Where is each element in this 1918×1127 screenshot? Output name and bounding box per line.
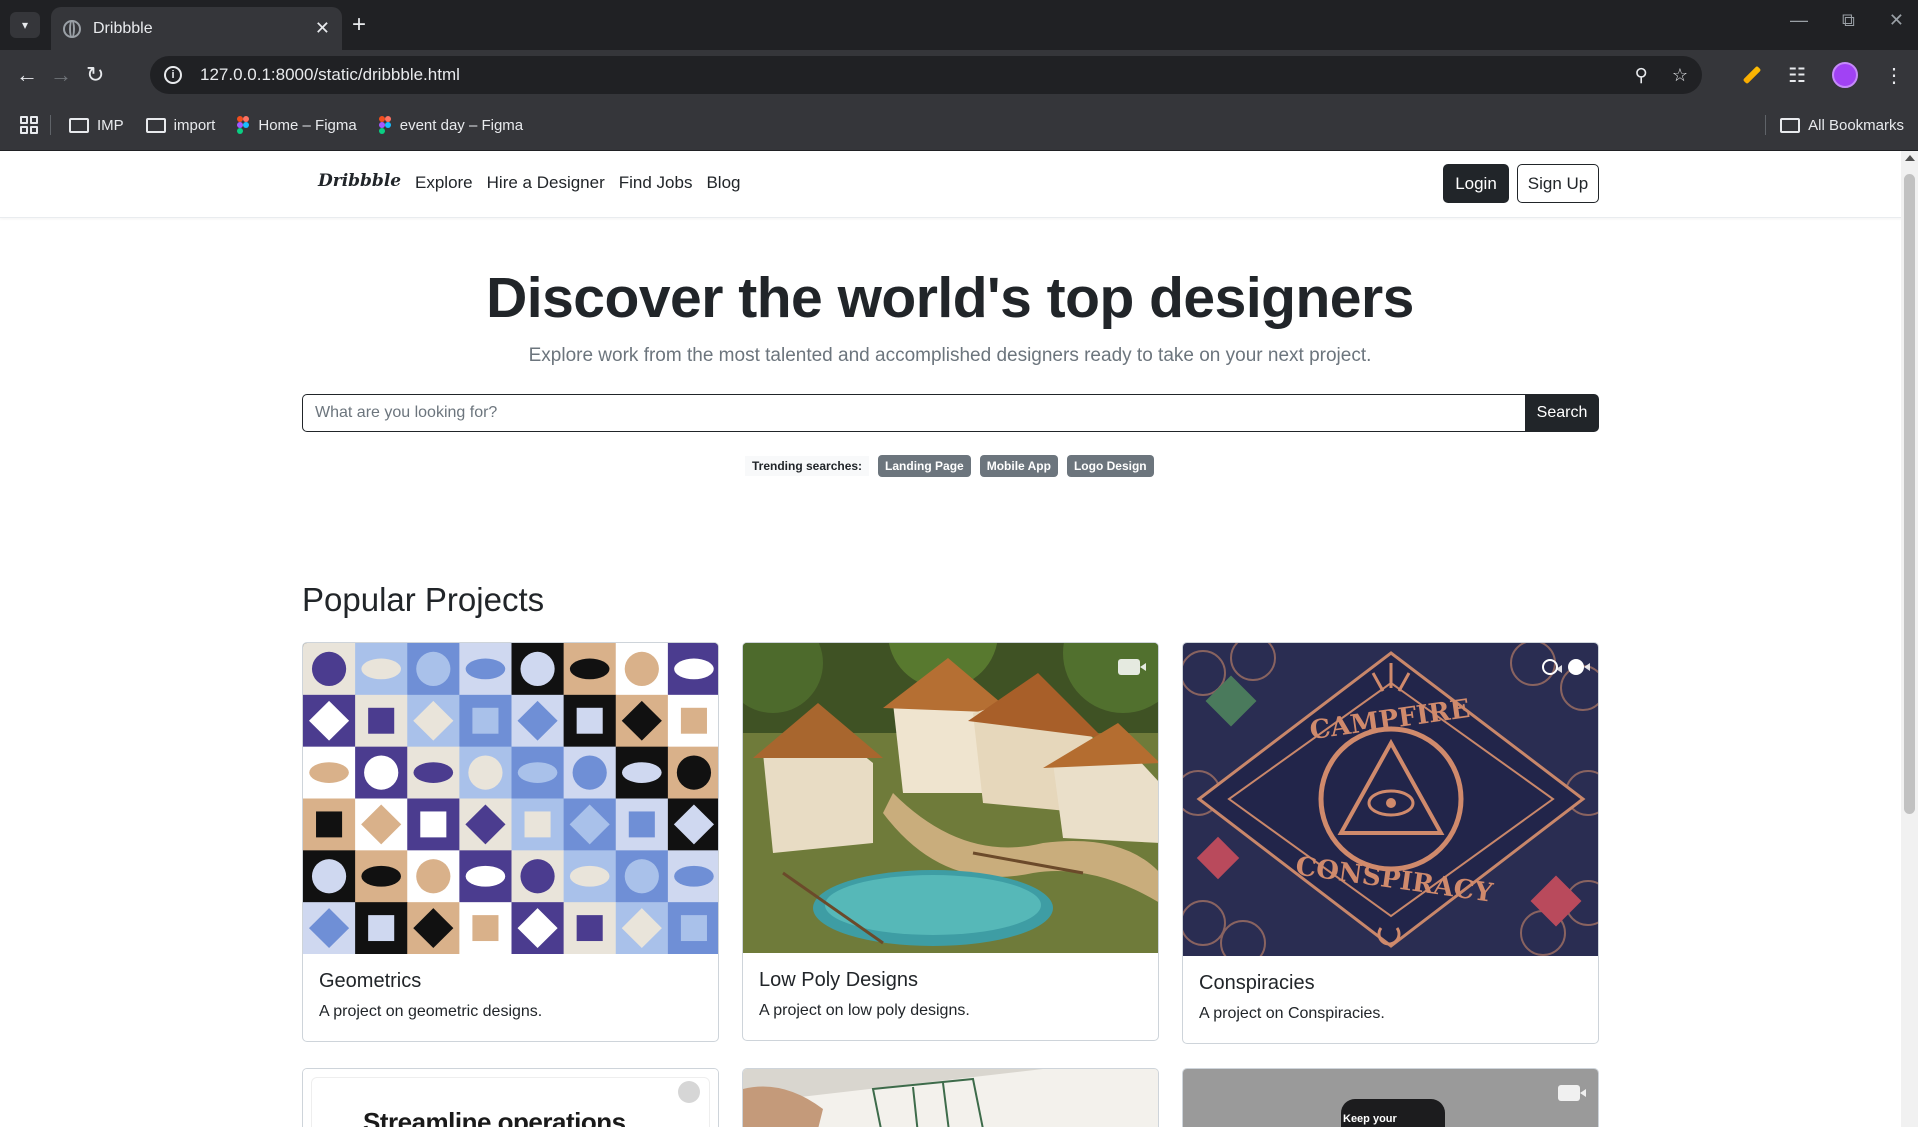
reload-icon[interactable]: ↻	[86, 63, 104, 87]
card-title: Geometrics	[319, 970, 422, 992]
back-icon[interactable]: ←	[16, 63, 38, 87]
hero-title: Discover the world's top designers	[486, 266, 1414, 330]
extensions-icon[interactable]: ☷	[1788, 63, 1806, 88]
bookmark-imp[interactable]: IMP	[69, 117, 124, 134]
minimize-icon[interactable]: —	[1790, 10, 1808, 31]
address-bar[interactable]: i 127.0.0.1:8000/static/dribbble.html ⚲ …	[150, 56, 1702, 94]
search-button[interactable]: Search	[1525, 394, 1599, 432]
folder-icon	[69, 117, 89, 133]
card-title: Low Poly Designs	[759, 969, 918, 991]
trending-label: Trending searches:	[745, 456, 870, 476]
bookmarks-bar: IMP import Home – Figma event day – Figm…	[0, 100, 1918, 151]
nav-hire-designer[interactable]: Hire a Designer	[487, 173, 605, 193]
site-info-icon[interactable]: i	[164, 66, 182, 84]
browser-tab[interactable]: Dribbble ✕	[51, 7, 342, 50]
signup-button[interactable]: Sign Up	[1517, 164, 1599, 203]
window-controls: — ⧉ ✕	[1790, 10, 1904, 31]
nav-links: Explore Hire a Designer Find Jobs Blog	[415, 173, 740, 193]
nav-explore[interactable]: Explore	[415, 173, 473, 193]
profile-avatar[interactable]	[1832, 62, 1858, 88]
close-window-icon[interactable]: ✕	[1889, 10, 1904, 31]
animated-icon	[1568, 659, 1584, 675]
search-input[interactable]	[302, 394, 1525, 432]
tab-search-button[interactable]: ▾	[10, 12, 40, 38]
url-text: 127.0.0.1:8000/static/dribbble.html	[200, 65, 460, 84]
scroll-up-icon[interactable]	[1905, 155, 1915, 161]
card-title: Conspiracies	[1199, 972, 1315, 994]
zoom-icon[interactable]: ⚲	[1635, 65, 1648, 86]
globe-icon	[63, 19, 81, 38]
card-description: A project on low poly designs.	[759, 1002, 970, 1019]
new-tab-button[interactable]: +	[352, 12, 366, 38]
nav-blog[interactable]: Blog	[706, 173, 740, 193]
pencil-extension-icon[interactable]	[1742, 65, 1762, 85]
project-card-streamline[interactable]: Streamline operations	[302, 1068, 719, 1127]
page-viewport: Dribbble Explore Hire a Designer Find Jo…	[0, 151, 1918, 1127]
bookmark-star-icon[interactable]: ☆	[1672, 65, 1688, 86]
login-button[interactable]: Login	[1443, 164, 1509, 203]
project-card-conspiracies[interactable]: CAMPFIRE CONSPIRACY Conspiracies A proje…	[1182, 642, 1599, 1044]
card-description: A project on Conspiracies.	[1199, 1005, 1385, 1022]
bookmark-import[interactable]: import	[145, 117, 215, 134]
trending-tag-landing-page[interactable]: Landing Page	[878, 455, 971, 477]
folder-icon	[1780, 117, 1801, 133]
low-poly-thumbnail	[743, 643, 1158, 953]
apps-icon[interactable]	[20, 116, 38, 134]
card-heading-text: Streamline operations	[363, 1107, 626, 1127]
bookmark-figma-home[interactable]: Home – Figma	[237, 116, 357, 134]
project-card-low-poly[interactable]: Low Poly Designs A project on low poly d…	[742, 642, 1159, 1041]
bookmark-figma-event[interactable]: event day – Figma	[378, 116, 523, 134]
tab-title: Dribbble	[93, 19, 153, 37]
project-card-blueprint[interactable]	[742, 1068, 1159, 1127]
page-scrollbar[interactable]	[1901, 151, 1918, 1127]
forward-icon[interactable]: →	[50, 63, 72, 87]
conspiracies-thumbnail: CAMPFIRE CONSPIRACY	[1183, 643, 1598, 956]
geometrics-thumbnail	[303, 643, 718, 954]
menu-icon[interactable]: ⋮	[1884, 63, 1904, 88]
project-card-geometrics[interactable]: Geometrics A project on geometric design…	[302, 642, 719, 1042]
search-form: Search	[302, 394, 1599, 432]
browser-toolbar: ← → ↻ i 127.0.0.1:8000/static/dribbble.h…	[0, 50, 1918, 100]
project-card-mobile[interactable]: Keep your	[1182, 1068, 1599, 1127]
video-icon	[1558, 1085, 1580, 1101]
trending-tag-mobile-app[interactable]: Mobile App	[979, 455, 1058, 477]
scrollbar-thumb[interactable]	[1904, 174, 1915, 814]
figma-icon	[378, 116, 391, 134]
card-description: A project on geometric designs.	[319, 1003, 543, 1020]
link-icon	[1542, 659, 1558, 675]
nav-find-jobs[interactable]: Find Jobs	[619, 173, 693, 193]
folder-icon	[145, 117, 166, 133]
close-tab-icon[interactable]: ✕	[315, 18, 330, 39]
video-icon	[1118, 659, 1140, 675]
popular-projects-heading: Popular Projects	[302, 581, 545, 618]
video-icon	[678, 1081, 700, 1103]
site-logo[interactable]: Dribbble	[318, 171, 401, 191]
figma-icon	[237, 116, 250, 134]
hero-subtitle: Explore work from the most talented and …	[528, 345, 1372, 366]
site-navbar: Dribbble Explore Hire a Designer Find Jo…	[0, 151, 1918, 218]
all-bookmarks[interactable]: All Bookmarks	[1765, 115, 1904, 135]
restore-icon[interactable]: ⧉	[1842, 10, 1855, 31]
card-phone-text: Keep your	[1343, 1113, 1397, 1125]
trending-tag-logo-design[interactable]: Logo Design	[1066, 455, 1154, 477]
trending-searches: Trending searches: Landing Page Mobile A…	[745, 455, 1154, 477]
browser-tab-bar: ▾ Dribbble ✕ + — ⧉ ✕	[0, 0, 1918, 50]
